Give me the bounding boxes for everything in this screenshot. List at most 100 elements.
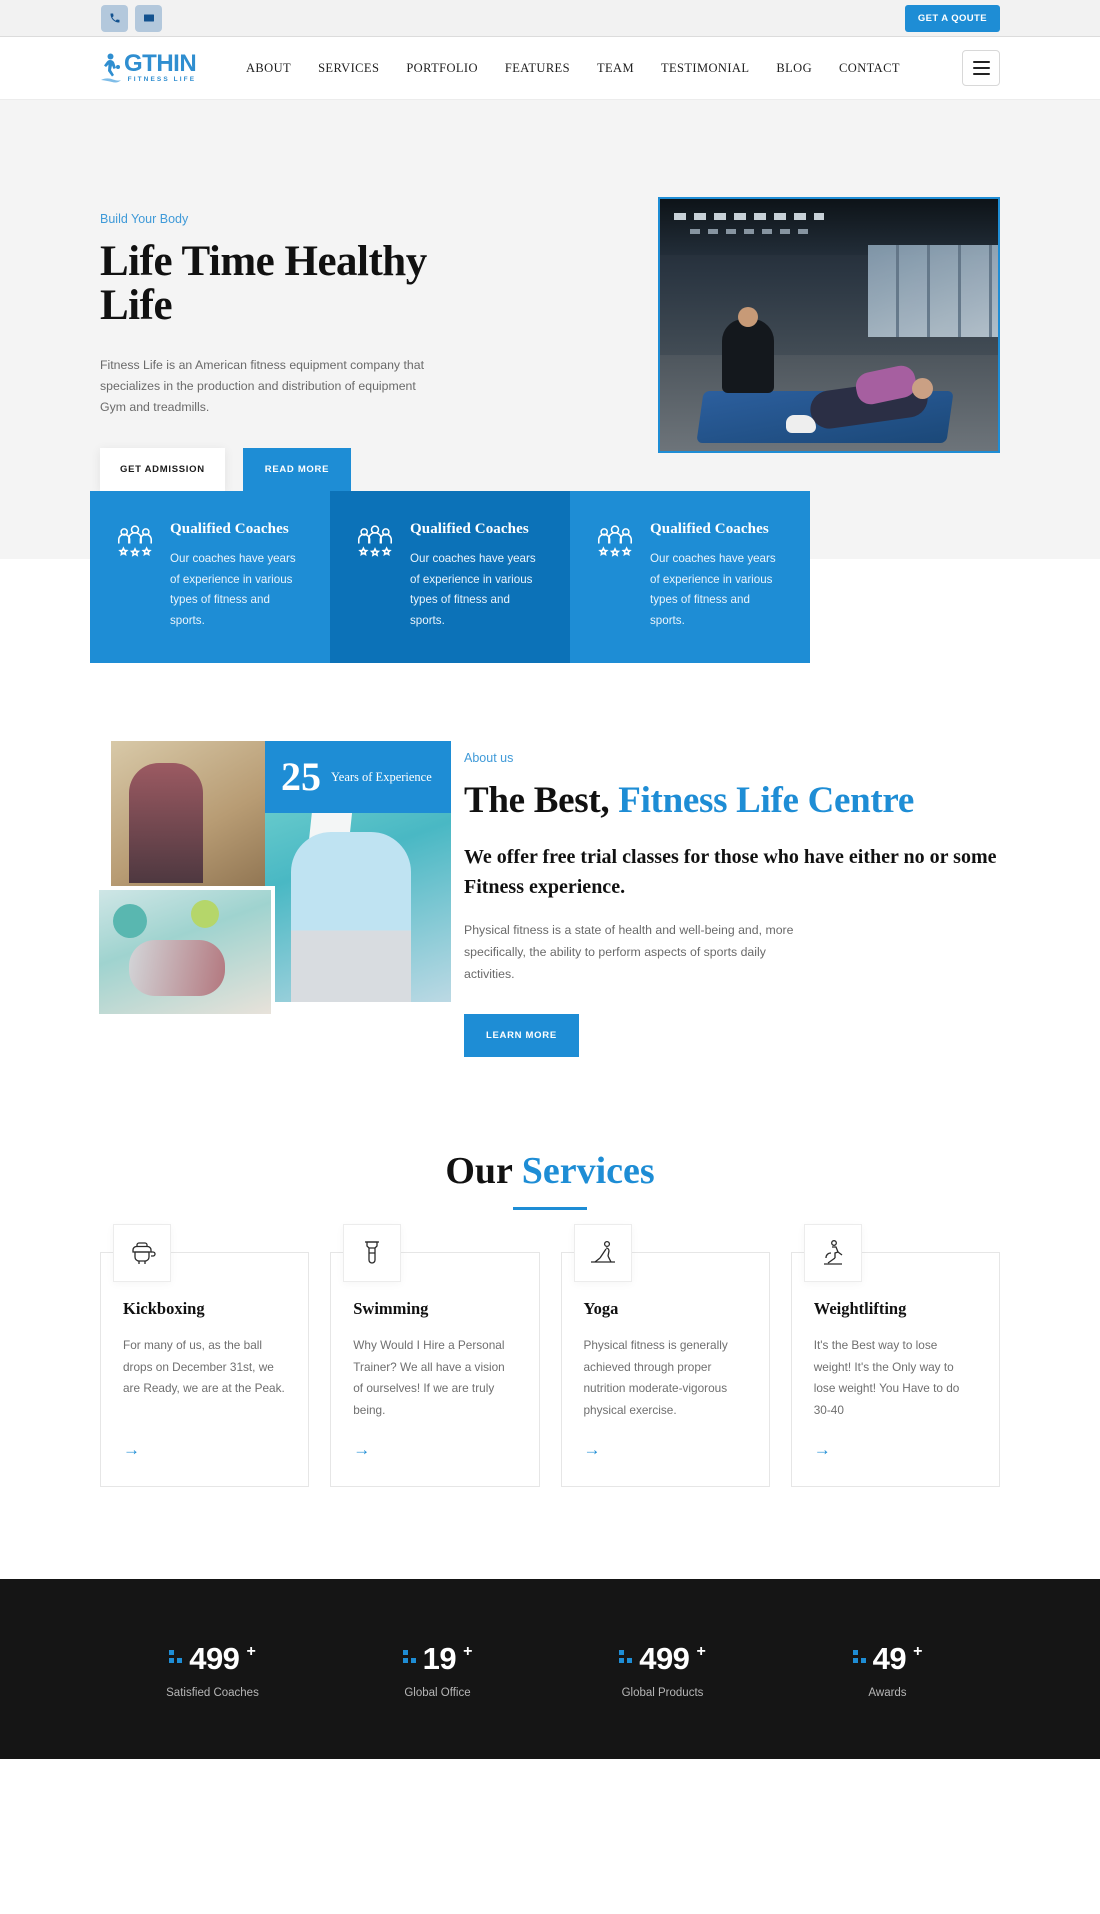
stat-number: 19	[422, 1641, 457, 1677]
nav-item-about[interactable]: ABOUT	[246, 61, 291, 76]
nav-item-services[interactable]: SERVICES	[318, 61, 379, 76]
about-subheading: We offer free trial classes for those wh…	[464, 846, 997, 898]
hero-eyebrow: Build Your Body	[100, 212, 189, 226]
stat-label: Satisfied Coaches	[166, 1687, 259, 1700]
read-more-button[interactable]: READ MORE	[242, 447, 352, 491]
services-title-accent: Services	[521, 1149, 655, 1192]
service-card-arrow-icon[interactable]: →	[814, 1441, 831, 1458]
service-card-text: Physical fitness is generally achieved t…	[583, 1337, 728, 1417]
about-image-collage: 25 Years of Experience	[95, 741, 451, 1041]
service-card-arrow-icon[interactable]: →	[353, 1441, 370, 1458]
stat-number: 499	[639, 1641, 690, 1677]
stat-plus-sign: +	[246, 1643, 256, 1661]
dot	[627, 1658, 633, 1664]
stat-label: Global Products	[621, 1687, 704, 1700]
nav-item-features[interactable]: FEATURES	[505, 61, 570, 76]
services-title: Our Services	[100, 1149, 1000, 1193]
kickboxing-icon	[113, 1223, 171, 1282]
stat-number: 49	[872, 1641, 907, 1677]
weightlifting-icon	[803, 1223, 862, 1282]
about-image-ball-2	[191, 900, 219, 929]
dot	[852, 1658, 858, 1664]
yoga-icon	[573, 1223, 632, 1282]
about-eyebrow: About us	[464, 751, 514, 766]
stat-decoration-dots	[852, 1650, 866, 1664]
dot	[411, 1650, 416, 1655]
page-root: GET A QOUTE GTHIN FITNESS LIFE ABOUT SER…	[0, 0, 1100, 1760]
nav-item-testimonial[interactable]: TESTIMONIAL	[661, 61, 749, 76]
dot	[177, 1658, 183, 1664]
about-heading-plain: The Best,	[464, 780, 619, 822]
swimming-icon	[343, 1223, 402, 1282]
stat-label: Global Office	[404, 1687, 471, 1700]
hero-buttons: GET ADMISSION READ MORE	[100, 447, 445, 491]
feature-card[interactable]: Qualified Coaches Our coaches have years…	[330, 490, 570, 664]
photo-window	[868, 245, 998, 337]
nav-item-blog[interactable]: BLOG	[776, 61, 812, 76]
services-section: Our Services Kickboxing For many of us, …	[0, 1057, 1100, 1488]
coaches-group-icon	[356, 521, 396, 632]
photo-coach-head	[738, 307, 758, 327]
photo-coach-body	[722, 319, 774, 393]
about-image-top-left	[111, 741, 283, 895]
about-heading: The Best, Fitness Life Centre	[464, 779, 1000, 823]
stat-item: 499 + Global Products	[550, 1643, 775, 1699]
gym-photo	[660, 199, 998, 451]
stat-top-row: 499 +	[550, 1643, 775, 1674]
about-section: 25 Years of Experience About us The Best…	[0, 663, 1100, 1057]
features-section: Qualified Coaches Our coaches have years…	[0, 490, 1100, 664]
dot	[852, 1650, 858, 1656]
feature-card-body: Qualified Coaches Our coaches have years…	[410, 521, 544, 632]
feature-card[interactable]: Qualified Coaches Our coaches have years…	[90, 490, 330, 664]
get-admission-button[interactable]: GET ADMISSION	[100, 447, 225, 491]
envelope-icon[interactable]	[135, 4, 162, 32]
about-paragraph: Physical fitness is a state of health an…	[464, 923, 794, 982]
service-card-arrow-icon[interactable]: →	[584, 1441, 601, 1458]
nav-item-portfolio[interactable]: PORTFOLIO	[406, 61, 478, 76]
feature-card-title: Qualified Coaches	[650, 520, 769, 537]
service-card-arrow-icon[interactable]: →	[123, 1441, 140, 1458]
stat-plus-sign: +	[696, 1643, 706, 1661]
nav-item-team[interactable]: TEAM	[597, 61, 634, 76]
page-title: Life Time Healthy Life	[100, 238, 427, 330]
service-card-kickboxing[interactable]: Kickboxing For many of us, as the ball d…	[100, 1223, 310, 1488]
hamburger-menu-icon[interactable]	[962, 50, 1000, 86]
stat-plus-sign: +	[463, 1643, 473, 1661]
photo-client-head	[912, 378, 933, 399]
feature-card-text: Our coaches have years of experience in …	[650, 551, 776, 627]
nav-item-contact[interactable]: CONTACT	[839, 61, 900, 76]
service-card-weightlifting[interactable]: Weightlifting It's the Best way to lose …	[790, 1223, 1000, 1488]
service-card-yoga[interactable]: Yoga Physical fitness is generally achie…	[560, 1223, 770, 1488]
service-card-swimming[interactable]: Swimming Why Would I Hire a Personal Tra…	[330, 1223, 540, 1488]
hamburger-bar	[972, 73, 990, 75]
dot	[619, 1658, 625, 1664]
stat-top-row: 19 +	[325, 1643, 550, 1674]
dot	[169, 1658, 175, 1664]
service-card-text: It's the Best way to lose weight! It's t…	[813, 1337, 960, 1417]
stat-decoration-dots	[619, 1650, 633, 1664]
feature-card-title: Qualified Coaches	[170, 520, 289, 537]
coaches-group-icon	[596, 521, 636, 632]
photo-lights	[674, 213, 824, 220]
photo-client-shoe	[786, 415, 816, 433]
top-bar-social-icons	[101, 4, 162, 32]
stat-number: 499	[189, 1641, 240, 1677]
feature-card[interactable]: Qualified Coaches Our coaches have years…	[570, 490, 810, 664]
stat-item: 49 + Awards	[775, 1643, 1000, 1699]
about-image-ball	[113, 904, 147, 939]
dot	[860, 1658, 866, 1664]
dot	[627, 1650, 632, 1655]
dot	[619, 1650, 625, 1656]
stat-top-row: 499 +	[100, 1643, 325, 1674]
phone-icon[interactable]	[101, 4, 128, 32]
about-text-column: About us The Best, Fitness Life Centre W…	[464, 741, 1000, 1057]
feature-card-text: Our coaches have years of experience in …	[410, 551, 536, 627]
learn-more-button[interactable]: LEARN MORE	[464, 1013, 579, 1057]
site-logo[interactable]: GTHIN FITNESS LIFE	[100, 51, 220, 85]
stat-plus-sign: +	[913, 1643, 923, 1661]
get-a-quote-button[interactable]: GET A QOUTE	[904, 4, 1000, 32]
service-card-title: Yoga	[583, 1298, 619, 1318]
feature-card-body: Qualified Coaches Our coaches have years…	[650, 521, 784, 632]
top-bar: GET A QOUTE	[0, 0, 1100, 37]
feature-card-list: Qualified Coaches Our coaches have years…	[90, 490, 810, 664]
